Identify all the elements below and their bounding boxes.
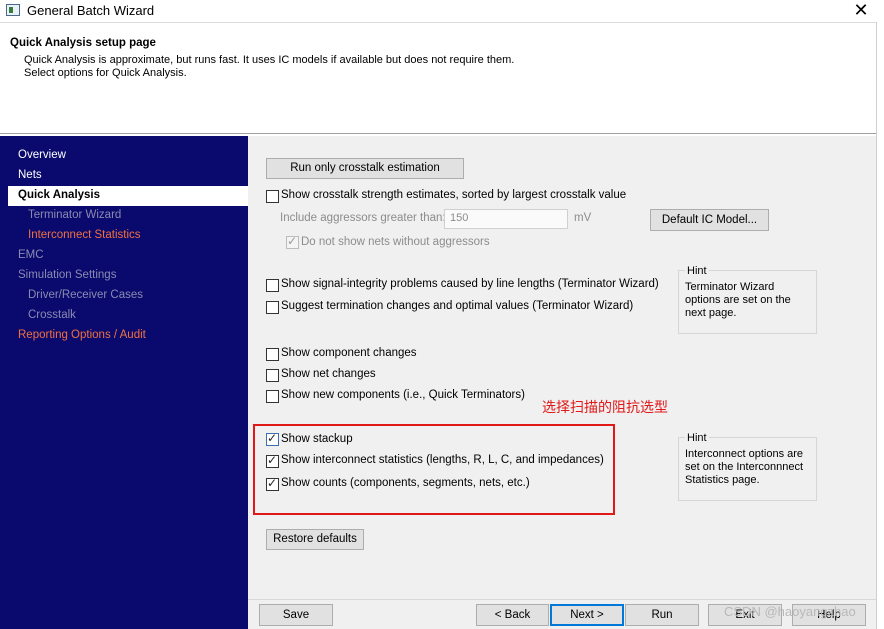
sidebar-item-crosstalk[interactable]: Crosstalk (28, 309, 76, 321)
page-description-line1: Quick Analysis is approximate, but runs … (24, 54, 515, 66)
hint-line: Statistics page. (685, 474, 760, 486)
aggressors-unit: mV (574, 212, 592, 224)
show-stackup-checkbox[interactable] (266, 431, 279, 446)
sidebar-item-emc[interactable]: EMC (18, 249, 44, 261)
aggressors-label: Include aggressors greater than: (280, 212, 446, 224)
annotation-text: 选择扫描的阻抗选型 (542, 399, 668, 415)
net-changes-label: Show net changes (281, 368, 376, 380)
hint-box-interconnect: Hint Interconnect options are set on the… (678, 432, 817, 501)
footer-divider (248, 599, 876, 600)
page-title: Quick Analysis setup page (10, 37, 156, 49)
hint-line: Interconnect options are (685, 448, 804, 460)
component-changes-checkbox[interactable] (266, 348, 279, 361)
run-crosstalk-button[interactable]: Run only crosstalk estimation (266, 158, 464, 179)
close-icon[interactable]: ✕ (848, 0, 874, 22)
next-button[interactable]: Next > (550, 604, 624, 626)
sidebar-item-terminator-wizard[interactable]: Terminator Wizard (28, 209, 121, 221)
interconnect-statistics-label: Show interconnect statistics (lengths, R… (281, 454, 604, 466)
suggest-termination-label: Suggest termination changes and optimal … (281, 300, 634, 312)
hint-text: Terminator Wizard options are set on the… (685, 281, 791, 320)
page-header: Quick Analysis setup page Quick Analysis… (0, 22, 876, 134)
header-divider-highlight (0, 134, 876, 135)
app-icon (6, 4, 20, 16)
show-counts-label: Show counts (components, segments, nets,… (281, 477, 530, 489)
default-ic-model-button[interactable]: Default IC Model... (650, 209, 769, 231)
sidebar-item-quick-analysis[interactable]: Quick Analysis (18, 189, 100, 201)
hint-title: Hint (685, 265, 709, 277)
window-title: General Batch Wizard (27, 3, 155, 18)
sidebar-item-overview[interactable]: Overview (18, 149, 66, 161)
sidebar-item-simulation-settings[interactable]: Simulation Settings (18, 269, 116, 281)
crosstalk-strength-checkbox[interactable] (266, 190, 279, 203)
no-aggressors-checkbox[interactable] (286, 234, 299, 249)
hint-line: set on the Interconnnect (685, 461, 804, 473)
si-problems-label: Show signal-integrity problems caused by… (281, 278, 659, 290)
new-components-checkbox[interactable] (266, 390, 279, 403)
sidebar: Overview Nets Quick Analysis Terminator … (0, 136, 248, 629)
net-changes-checkbox[interactable] (266, 369, 279, 382)
interconnect-statistics-checkbox[interactable] (266, 453, 279, 468)
hint-line: options are set on the (685, 294, 791, 306)
save-button[interactable]: Save (259, 604, 333, 626)
no-aggressors-label: Do not show nets without aggressors (301, 236, 490, 248)
sidebar-item-reporting-options[interactable]: Reporting Options / Audit (18, 329, 146, 341)
suggest-termination-checkbox[interactable] (266, 301, 279, 314)
crosstalk-strength-label: Show crosstalk strength estimates, sorte… (281, 189, 627, 201)
hint-box-terminator: Hint Terminator Wizard options are set o… (678, 265, 817, 334)
new-components-label: Show new components (i.e., Quick Termina… (281, 389, 525, 401)
sidebar-item-interconnect-statistics[interactable]: Interconnect Statistics (28, 229, 141, 241)
title-bar: General Batch Wizard ✕ (0, 0, 884, 22)
restore-defaults-button[interactable]: Restore defaults (266, 529, 364, 550)
component-changes-label: Show component changes (281, 347, 417, 359)
hint-line: next page. (685, 307, 737, 319)
si-problems-checkbox[interactable] (266, 279, 279, 292)
hint-line: Terminator Wizard (685, 281, 775, 293)
hint-title: Hint (685, 432, 709, 444)
window-right-border (876, 22, 877, 629)
back-button[interactable]: < Back (476, 604, 549, 626)
watermark-text: CSDN @haoyangzhao (724, 604, 856, 619)
sidebar-item-driver-receiver-cases[interactable]: Driver/Receiver Cases (28, 289, 143, 301)
aggressors-threshold-input[interactable]: 150 (444, 209, 568, 229)
run-button[interactable]: Run (625, 604, 699, 626)
show-counts-checkbox[interactable] (266, 476, 279, 491)
show-stackup-label: Show stackup (281, 433, 353, 445)
page-description-line2: Select options for Quick Analysis. (24, 67, 187, 79)
hint-text: Interconnect options are set on the Inte… (685, 448, 803, 487)
sidebar-item-nets[interactable]: Nets (18, 169, 42, 181)
